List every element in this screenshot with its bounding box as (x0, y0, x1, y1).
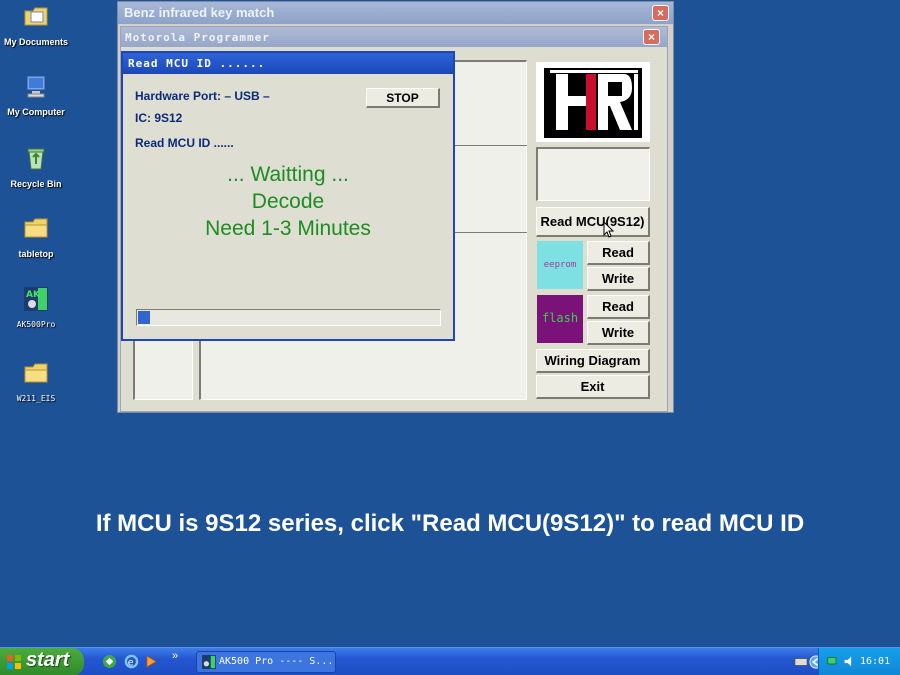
clock: 16:01 (860, 656, 891, 667)
eeprom-write-button[interactable]: Write (587, 267, 650, 291)
folder-documents-icon (24, 7, 48, 26)
cursor-pointer-icon (603, 221, 615, 238)
close-icon[interactable]: × (652, 5, 669, 21)
taskbar-item-label: AK500 Pro ---- S... (219, 656, 334, 667)
start-label: start (26, 649, 70, 671)
flash-read-button[interactable]: Read (587, 295, 650, 319)
eeprom-read-button[interactable]: Read (587, 241, 650, 265)
media-player-icon[interactable] (144, 654, 159, 669)
desktop-icon-tabletop[interactable]: tabletop (0, 215, 72, 259)
flash-chip: flash (537, 295, 583, 343)
quick-launch: e » (102, 650, 178, 672)
eeprom-chip: eeprom (537, 241, 583, 289)
flash-write-button[interactable]: Write (587, 321, 650, 345)
ak500pro-app-icon (202, 655, 216, 669)
ic-text: IC: 9S12 (135, 111, 183, 125)
duration-text: Need 1-3 Minutes (205, 217, 371, 240)
window-title: Motorola Programmer (121, 27, 667, 47)
read-mcu-9s12-button[interactable]: Read MCU(9S12) (536, 207, 650, 237)
recycle-bin-icon (27, 148, 45, 170)
volume-icon[interactable] (843, 655, 856, 668)
dialog-title: Read MCU ID ...... (123, 53, 453, 74)
hri-logo-mark (544, 68, 642, 138)
ak500pro-app-icon: AK (24, 287, 48, 311)
desktop-icon-label: AK500Pro (16, 320, 56, 329)
read-mcu-id-dialog: Read MCU ID ...... Hardware Port: – USB … (121, 51, 455, 341)
desktop-icon-label: My Computer (7, 107, 65, 117)
desktop-icon-w211-eis[interactable]: W211_EIS (0, 360, 72, 403)
desktop-icon-recycle-bin[interactable]: Recycle Bin (0, 145, 72, 189)
quick-launch-more[interactable]: » (172, 650, 178, 662)
svg-text:AK: AK (26, 290, 41, 300)
flash-label: flash (541, 311, 579, 325)
windows-logo-icon (7, 655, 21, 669)
desktop-icon-label: tabletop (18, 249, 54, 259)
desktop-show-icon[interactable] (102, 654, 117, 669)
taskbar: start e » AK500 Pro ---- S... 16:01 (0, 647, 900, 675)
exit-button[interactable]: Exit (536, 375, 650, 399)
hri-logo (536, 62, 650, 142)
start-button[interactable]: start (0, 648, 84, 675)
computer-icon (26, 75, 46, 98)
desktop-icon-label: My Documents (3, 37, 68, 47)
folder-icon (24, 363, 48, 383)
svg-text:e: e (128, 657, 134, 668)
desktop-icon-ak500pro[interactable]: AK AK500Pro (0, 286, 72, 329)
stop-button[interactable]: STOP (366, 88, 440, 108)
instruction-caption: If MCU is 9S12 series, click "Read MCU(9… (95, 510, 805, 537)
hardware-port-text: Hardware Port: – USB – (135, 89, 270, 103)
desktop-icon-label: Recycle Bin (10, 179, 62, 189)
decode-text: Decode (251, 190, 325, 213)
blank-panel (536, 147, 650, 201)
desktop-icon-my-computer[interactable]: My Computer (0, 73, 72, 117)
folder-icon (24, 218, 48, 238)
taskbar-item-ak500pro[interactable]: AK500 Pro ---- S... (196, 651, 336, 673)
wiring-diagram-button[interactable]: Wiring Diagram (536, 349, 650, 373)
read-mcu-label: Read MCU(9S12) (540, 214, 645, 229)
progress-fill (138, 311, 151, 324)
progress-bar (136, 309, 441, 326)
network-icon[interactable] (827, 655, 840, 668)
status-small-text: Read MCU ID ...... (135, 136, 234, 150)
window-title: Benz infrared key match (118, 2, 673, 24)
close-icon[interactable]: × (643, 29, 660, 45)
desktop-icon-label: W211_EIS (16, 394, 56, 403)
desktop-icon-my-documents[interactable]: My Documents (0, 3, 72, 47)
keyboard-icon[interactable] (794, 655, 808, 669)
waiting-text: ... Waitting ... (227, 163, 349, 186)
eeprom-label: eeprom (543, 260, 577, 270)
internet-explorer-icon[interactable]: e (124, 654, 139, 669)
